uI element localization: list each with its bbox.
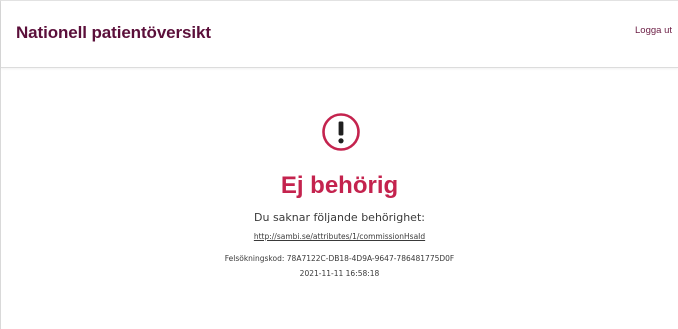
timestamp: 2021-11-11 16:58:18 xyxy=(299,269,380,278)
error-message: Du saknar följande behörighet: xyxy=(254,211,425,224)
app-title: Nationell patientöversikt xyxy=(16,23,211,42)
debug-code: Felsökningskod: 78A7122C-DB18-4D9A-9647-… xyxy=(224,254,455,263)
permission-link[interactable]: http://sambi.se/attributes/1/commissionH… xyxy=(1,232,678,241)
top-bar: Nationell patientöversikt Logga ut xyxy=(1,1,678,68)
error-title: Ej behörig xyxy=(280,172,399,199)
exclamation-circle-icon xyxy=(322,113,360,151)
page: Nationell patientöversikt Logga ut Ej be… xyxy=(0,0,678,329)
logout-link[interactable]: Logga ut xyxy=(635,25,672,36)
